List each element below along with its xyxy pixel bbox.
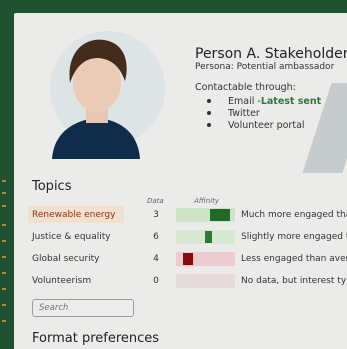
- column-header-data: Data: [147, 197, 164, 205]
- contact-item-label: Twitter: [228, 107, 260, 119]
- edge-marker: [2, 180, 6, 182]
- affinity-marker: [210, 209, 231, 221]
- topic-data-count: 4: [153, 254, 159, 264]
- topic-label: Renewable energy: [32, 210, 116, 220]
- edge-marker: [2, 320, 6, 322]
- bullet-icon: [207, 111, 211, 115]
- affinity-bar: [176, 274, 235, 288]
- edge-marker: [2, 224, 6, 226]
- person-silhouette-icon: [52, 39, 140, 159]
- latest-sent-badge: Latest sent: [260, 95, 322, 107]
- contact-heading: Contactable through:: [195, 82, 296, 93]
- topic-row[interactable]: Volunteerism 0 No data, but interest typ…: [14, 271, 347, 292]
- contact-item-email[interactable]: Email - Latest sent: [195, 95, 321, 107]
- topic-search-input[interactable]: [32, 299, 134, 317]
- affinity-bar: [176, 252, 235, 266]
- affinity-description: Less engaged than average: [241, 254, 347, 264]
- affinity-description: Slightly more engaged than average: [241, 232, 347, 242]
- topic-data-count: 3: [153, 210, 159, 220]
- contact-item-label: Email -: [228, 95, 261, 107]
- contact-list: Email - Latest sent Twitter Volunteer po…: [195, 95, 321, 131]
- edge-marker: [2, 240, 6, 242]
- bullet-icon: [207, 99, 211, 103]
- topic-data-count: 0: [153, 276, 159, 286]
- affinity-bar: [176, 230, 235, 244]
- edge-marker: [2, 205, 6, 207]
- stakeholder-name: Person A. Stakeholder: [195, 46, 347, 62]
- topic-row[interactable]: Renewable energy 3 Much more engaged tha…: [14, 205, 347, 226]
- edge-marker: [2, 304, 6, 306]
- topics-heading: Topics: [32, 179, 72, 194]
- contact-item-volunteer-portal[interactable]: Volunteer portal: [195, 119, 321, 131]
- edge-marker: [2, 288, 6, 290]
- persona-label: Persona: Potential ambassador: [195, 62, 335, 72]
- topic-label: Justice & equality: [32, 232, 111, 242]
- contact-item-twitter[interactable]: Twitter: [195, 107, 321, 119]
- affinity-bar: [176, 208, 235, 222]
- contact-item-label: Volunteer portal: [228, 119, 305, 131]
- stakeholder-card: Person A. Stakeholder Persona: Potential…: [14, 13, 347, 349]
- bullet-icon: [207, 123, 211, 127]
- topic-label: Volunteerism: [32, 276, 92, 286]
- affinity-description: No data, but interest type: [241, 276, 347, 286]
- column-header-affinity: Affinity: [194, 197, 220, 205]
- edge-marker: [2, 256, 6, 258]
- topic-row[interactable]: Global security 4 Less engaged than aver…: [14, 249, 347, 270]
- affinity-marker: [204, 231, 212, 243]
- edge-marker: [2, 272, 6, 274]
- avatar: [32, 31, 165, 161]
- affinity-description: Much more engaged than average: [241, 210, 347, 220]
- topic-data-count: 6: [153, 232, 159, 242]
- format-preferences-heading: Format preferences: [32, 331, 160, 346]
- topic-row[interactable]: Justice & equality 6 Slightly more engag…: [14, 227, 347, 248]
- affinity-marker: [182, 253, 193, 265]
- topic-label: Global security: [32, 254, 100, 264]
- edge-marker: [2, 192, 6, 194]
